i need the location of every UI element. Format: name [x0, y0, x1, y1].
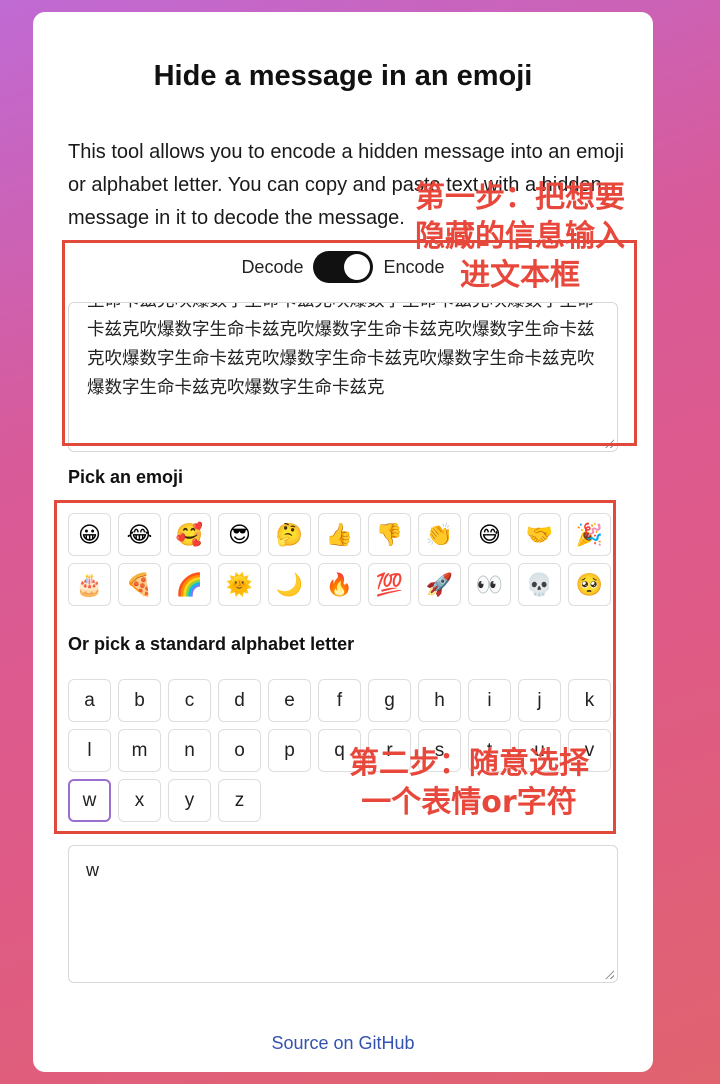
annotation-step1-line3: 进文本框 [460, 258, 580, 293]
emoji-section-label: Pick an emoji [68, 467, 184, 487]
annotation-step2-line1: 第二步：随意选择 [349, 746, 589, 781]
output-textarea[interactable]: w [68, 845, 618, 983]
annotation-step1-text: 第一步：把想要 隐藏的信息输入 进文本框 [398, 178, 642, 295]
annotation-step2-text: 第二步：随意选择 一个表情or字符 [324, 744, 614, 822]
page-title: Hide a message in an emoji [153, 60, 533, 92]
resize-handle-icon[interactable] [604, 969, 614, 979]
output-text: w [86, 860, 99, 880]
annotation-step1-line2: 隐藏的信息输入 [415, 219, 625, 254]
github-source-link[interactable]: Source on GitHub [33, 1033, 653, 1054]
annotation-step2-line2: 一个表情or字符 [361, 785, 577, 820]
annotation-step1-line1: 第一步：把想要 [415, 180, 625, 215]
